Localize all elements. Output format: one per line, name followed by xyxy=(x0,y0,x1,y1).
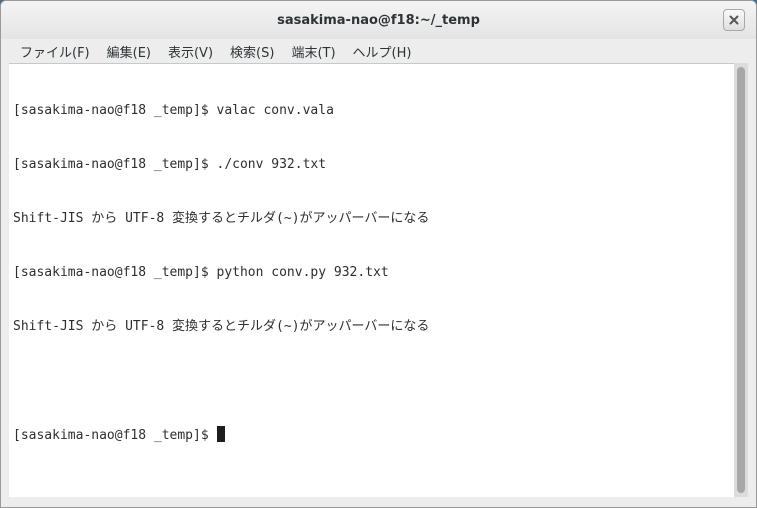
terminal-window: sasakima-nao@f18:~/_temp ファイル(F) 編集(E) 表… xyxy=(0,0,757,508)
menu-edit[interactable]: 編集(E) xyxy=(107,42,151,61)
terminal-prompt: [sasakima-nao@f18 _temp]$ xyxy=(13,428,217,443)
scrollbar-thumb[interactable] xyxy=(737,67,745,493)
vertical-scrollbar[interactable] xyxy=(734,63,748,497)
terminal-line: Shift-JIS から UTF-8 変換するとチルダ(~)がアッパーバーになる xyxy=(13,211,430,226)
terminal-lines: [sasakima-nao@f18 _temp]$ valac conv.val… xyxy=(13,66,429,480)
terminal-line: [sasakima-nao@f18 _temp]$ valac conv.val… xyxy=(13,103,334,118)
menu-terminal[interactable]: 端末(T) xyxy=(291,42,335,61)
terminal-line: [sasakima-nao@f18 _temp]$ python conv.py… xyxy=(13,265,389,280)
menu-help[interactable]: ヘルプ(H) xyxy=(353,42,412,61)
terminal-cursor xyxy=(216,426,225,442)
title-bar[interactable]: sasakima-nao@f18:~/_temp xyxy=(1,1,756,39)
menu-bar: ファイル(F) 編集(E) 表示(V) 検索(S) 端末(T) ヘルプ(H) xyxy=(1,39,756,63)
terminal-line: Shift-JIS から UTF-8 変換するとチルダ(~)がアッパーバーになる xyxy=(13,319,430,334)
terminal-line: [sasakima-nao@f18 _temp]$ ./conv 932.txt xyxy=(13,157,327,172)
window-title: sasakima-nao@f18:~/_temp xyxy=(277,12,480,28)
terminal-prompt-line: [sasakima-nao@f18 _temp]$ xyxy=(13,426,429,444)
terminal-output[interactable]: [sasakima-nao@f18 _temp]$ valac conv.val… xyxy=(9,63,734,497)
close-icon xyxy=(729,15,739,25)
menu-search[interactable]: 検索(S) xyxy=(230,42,274,61)
close-button[interactable] xyxy=(723,9,745,31)
menu-view[interactable]: 表示(V) xyxy=(168,42,213,61)
menu-file[interactable]: ファイル(F) xyxy=(20,42,90,61)
